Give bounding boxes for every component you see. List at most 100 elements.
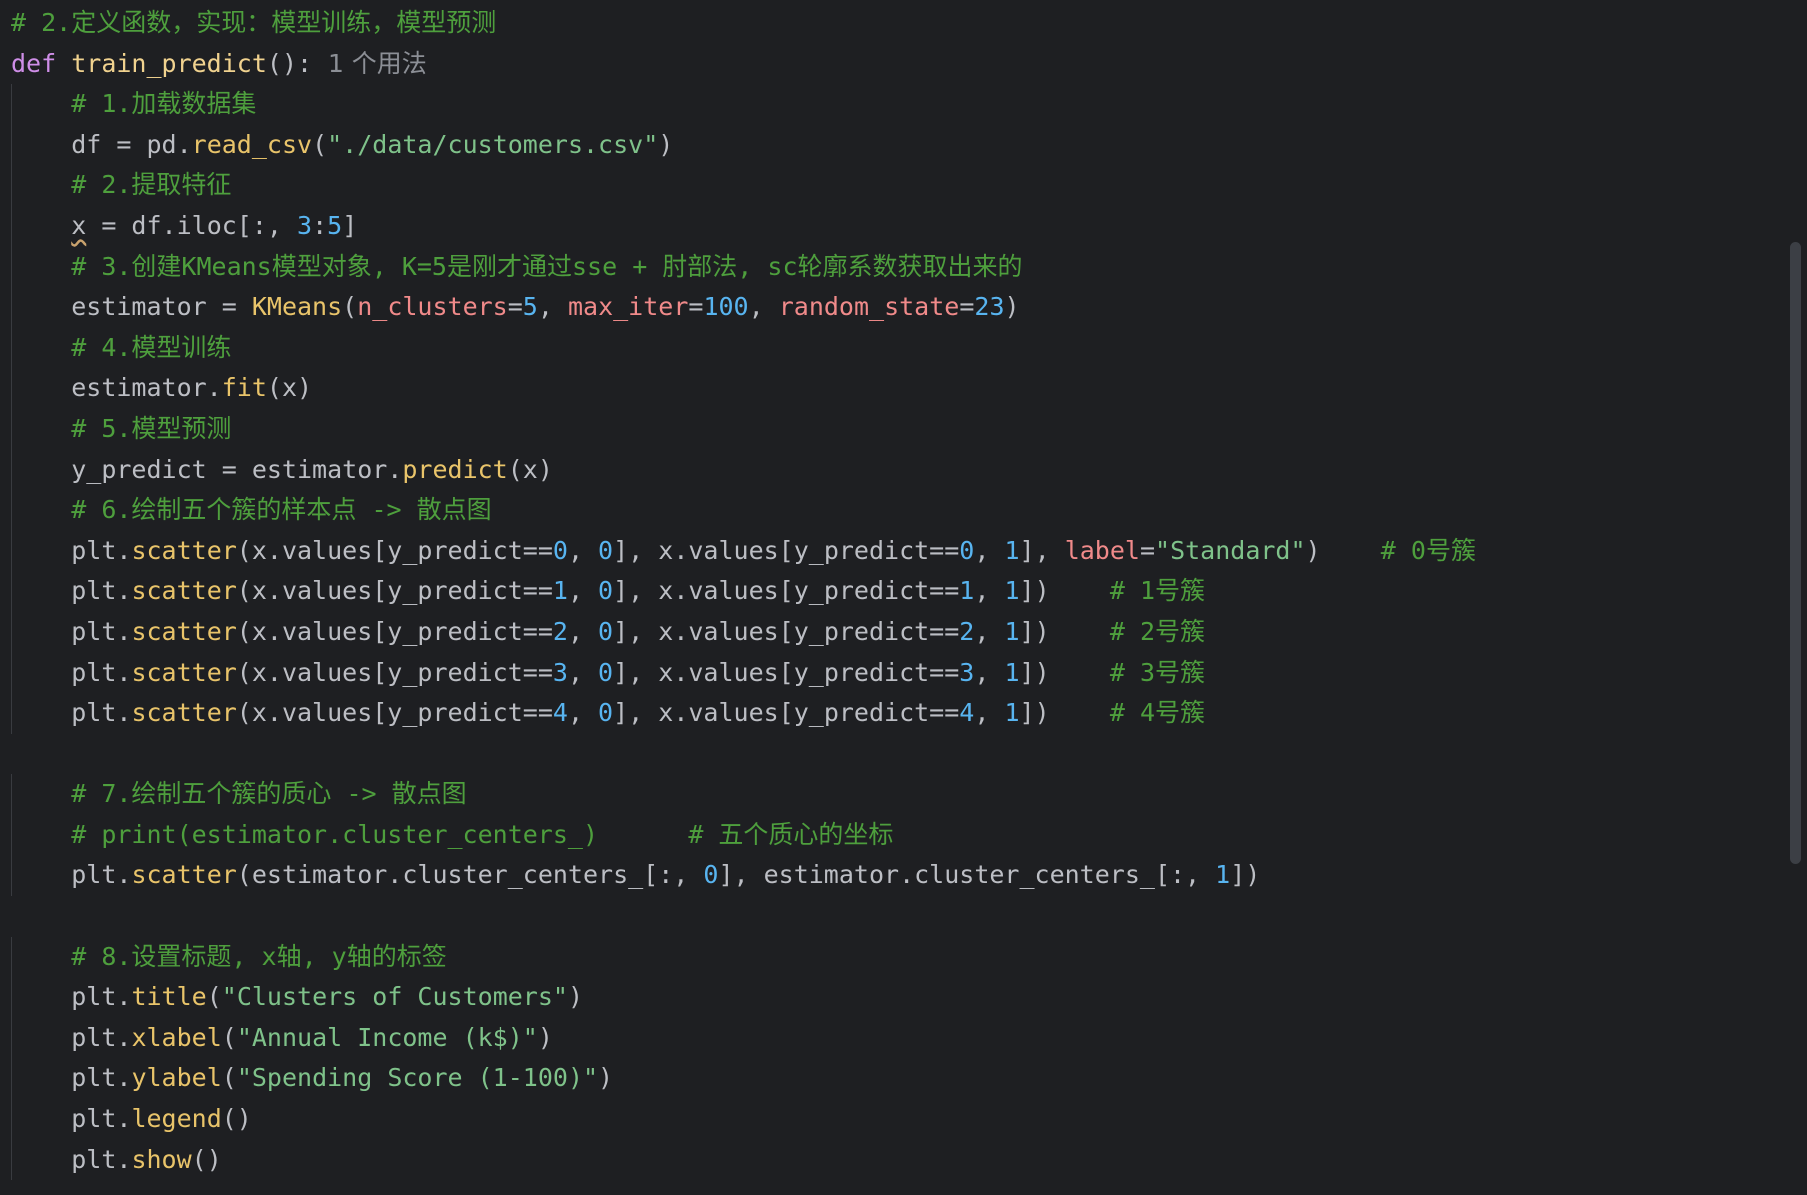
code-token-plain: ]) xyxy=(1019,616,1110,646)
code-token-plain: = xyxy=(688,292,704,322)
code-line[interactable] xyxy=(11,734,1767,775)
code-token-plain: ) xyxy=(1004,292,1020,322)
code-line[interactable]: def train_predict(): 1 个用法 xyxy=(11,44,1767,85)
code-line[interactable]: # 1.加载数据集 xyxy=(11,84,1767,125)
indent-guide xyxy=(11,327,12,369)
code-token-comment: # print(estimator.cluster_centers_) # 五个… xyxy=(71,819,894,849)
code-token-string: "Spending Score (1-100)" xyxy=(236,1063,599,1093)
code-token-plain: , xyxy=(974,535,1005,565)
code-line[interactable]: plt.scatter(x.values[y_predict==4, 0], x… xyxy=(11,693,1767,734)
indent-guide xyxy=(11,124,12,166)
code-line[interactable]: x = df.iloc[:, 3:5] xyxy=(11,205,1767,247)
code-token-plain: , xyxy=(537,292,568,322)
indent-guide xyxy=(11,1017,12,1059)
code-token-plain: (x) xyxy=(266,373,313,403)
code-line[interactable] xyxy=(11,896,1767,937)
code-token-comment: # 5.模型预测 xyxy=(71,413,232,443)
code-token-plain: , xyxy=(974,576,1005,606)
indent-guide xyxy=(11,205,12,247)
code-token-plain: ) xyxy=(658,129,674,159)
code-line[interactable]: # 8.设置标题, x轴, y轴的标签 xyxy=(11,936,1767,978)
code-token-plain: ( xyxy=(206,982,222,1012)
code-token-comment: # 3.创建KMeans模型对象, K=5是刚才通过sse + 肘部法, sc轮… xyxy=(71,251,1023,281)
code-line[interactable]: plt.scatter(x.values[y_predict==2, 0], x… xyxy=(11,611,1767,653)
indent-guide xyxy=(11,855,12,897)
code-line[interactable]: # 5.模型预测 xyxy=(11,408,1767,450)
code-line[interactable]: estimator.fit(x) xyxy=(11,368,1767,409)
code-line[interactable]: plt.legend() xyxy=(11,1099,1767,1140)
code-token-param: label xyxy=(1064,535,1140,565)
code-token-number: 1 xyxy=(1004,657,1020,687)
code-token-plain: ], x.values[y_predict== xyxy=(613,535,960,565)
code-token-plain: ( xyxy=(342,292,358,322)
code-token-number: 4 xyxy=(552,698,568,728)
indent-guide xyxy=(11,368,12,409)
code-line[interactable]: # 2.提取特征 xyxy=(11,165,1767,206)
code-token-call: ylabel xyxy=(131,1063,222,1093)
vertical-scrollbar[interactable] xyxy=(1781,0,1807,1195)
code-token-number: 0 xyxy=(598,576,614,606)
code-token-string: "Annual Income (k$)" xyxy=(236,1022,538,1052)
indent-guide xyxy=(11,84,12,125)
code-token-number: 0 xyxy=(959,535,975,565)
code-line[interactable]: # 4.模型训练 xyxy=(11,327,1767,369)
code-line[interactable]: plt.scatter(x.values[y_predict==3, 0], x… xyxy=(11,652,1767,694)
code-token-number: 5 xyxy=(327,210,343,240)
code-token-plain: , xyxy=(567,657,599,687)
code-token-call: xlabel xyxy=(131,1022,222,1052)
code-token-plain: ) xyxy=(598,1063,614,1093)
code-area[interactable]: # 2.定义函数，实现：模型训练，模型预测 def train_predict()… xyxy=(11,3,1767,1181)
code-token-comment: # 3号簇 xyxy=(1109,657,1205,687)
code-token-plain: ], x.values[y_predict== xyxy=(613,657,960,687)
code-token-plain: = df.iloc[:, xyxy=(86,210,297,240)
code-line[interactable]: # 7.绘制五个簇的质心 -> 散点图 xyxy=(11,774,1767,815)
code-token-number: 0 xyxy=(552,535,568,565)
code-token-call: title xyxy=(131,982,207,1012)
code-line[interactable]: plt.xlabel("Annual Income (k$)") xyxy=(11,1017,1767,1059)
code-token-call: fit xyxy=(221,373,267,403)
indent-guide xyxy=(11,490,12,531)
code-line[interactable]: # 6.绘制五个簇的样本点 -> 散点图 xyxy=(11,490,1767,531)
code-line[interactable]: plt.scatter(x.values[y_predict==1, 0], x… xyxy=(11,571,1767,612)
code-token-number: 23 xyxy=(974,292,1005,322)
code-editor[interactable]: # 2.定义函数，实现：模型训练，模型预测 def train_predict()… xyxy=(0,0,1807,1195)
code-token-comment: # 6.绘制五个簇的样本点 -> 散点图 xyxy=(71,495,492,525)
code-token-plain: plt. xyxy=(71,698,132,728)
code-token-plain: , xyxy=(748,292,779,322)
code-line[interactable]: df = pd.read_csv("./data/customers.csv") xyxy=(11,124,1767,166)
code-token-comment: # 4.模型训练 xyxy=(71,332,232,362)
code-line[interactable]: # print(estimator.cluster_centers_) # 五个… xyxy=(11,814,1767,856)
scrollbar-thumb[interactable] xyxy=(1790,242,1801,864)
code-token-number: 3 xyxy=(959,657,975,687)
code-line[interactable]: # 2.定义函数，实现：模型训练，模型预测 xyxy=(11,3,1767,44)
code-token-plain: (x.values[y_predict== xyxy=(236,535,553,565)
code-line[interactable]: plt.title("Clusters of Customers") xyxy=(11,977,1767,1018)
code-line[interactable]: y_predict = estimator.predict(x) xyxy=(11,449,1767,491)
code-line[interactable]: # 3.创建KMeans模型对象, K=5是刚才通过sse + 肘部法, sc轮… xyxy=(11,246,1767,288)
code-token-number: 0 xyxy=(598,535,614,565)
code-token-plain: = xyxy=(507,292,523,322)
code-token-comment: # 1.加载数据集 xyxy=(71,89,257,119)
indent-guide xyxy=(11,165,12,206)
code-line[interactable]: plt.scatter(x.values[y_predict==0, 0], x… xyxy=(11,530,1767,572)
code-line[interactable]: plt.scatter(estimator.cluster_centers_[:… xyxy=(11,855,1767,897)
indent-guide xyxy=(11,693,12,734)
code-line[interactable]: estimator = KMeans(n_clusters=5, max_ite… xyxy=(11,287,1767,328)
code-token-param: max_iter xyxy=(567,292,689,322)
code-line[interactable]: plt.show() xyxy=(11,1139,1767,1181)
code-line[interactable]: plt.ylabel("Spending Score (1-100)") xyxy=(11,1058,1767,1100)
code-token-comment: # 8.设置标题, x轴, y轴的标签 xyxy=(71,941,447,971)
code-token-call: scatter xyxy=(131,576,237,606)
code-token-plain: , xyxy=(567,698,599,728)
